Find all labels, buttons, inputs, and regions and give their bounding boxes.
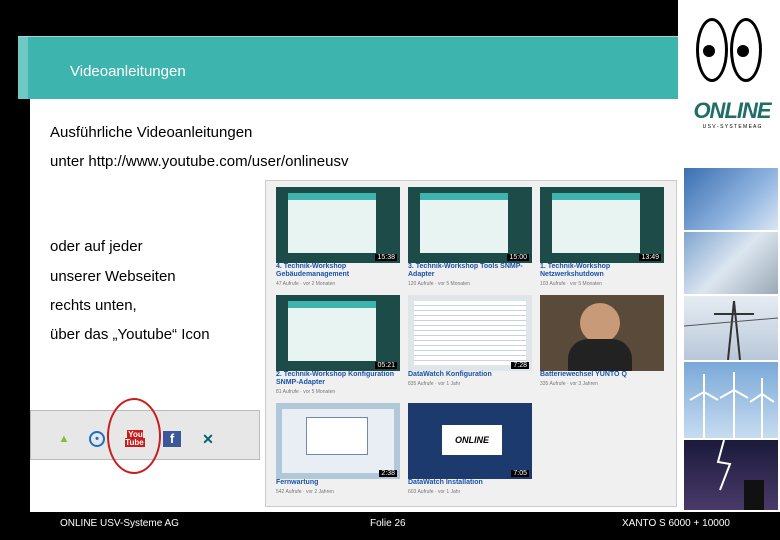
video-duration: 15:00: [507, 254, 529, 261]
app-icon[interactable]: •: [89, 431, 105, 447]
body-text-line-1: oder auf jeder: [50, 238, 143, 255]
facebook-icon[interactable]: f: [163, 431, 181, 447]
youtube-channel-screenshot: 15:38 4. Technik-Workshop Gebäudemanagem…: [265, 180, 677, 507]
intro-text-line-1: Ausführliche Videoanleitungen: [50, 124, 253, 141]
video-title[interactable]: Fernwartung: [276, 479, 400, 487]
video-meta: 835 Aufrufe · vor 1 Jahr: [408, 381, 461, 387]
video-thumbnail[interactable]: 7:28: [408, 295, 532, 371]
video-meta: 120 Aufrufe · vor 5 Monaten: [408, 281, 470, 287]
online-logo-thumb: ONLINE: [442, 425, 502, 455]
video-title[interactable]: 4. Technik-Workshop Gebäudemanagement: [276, 263, 400, 279]
video-thumbnail[interactable]: ONLINE 7:05: [408, 403, 532, 479]
video-duration: 15:38: [375, 254, 397, 261]
video-thumbnail[interactable]: [540, 295, 664, 371]
logo-eye-right-icon: [730, 18, 762, 82]
android-icon[interactable]: ▲: [55, 431, 73, 447]
video-title[interactable]: Batteriewechsel YUNTO Q: [540, 371, 664, 379]
video-meta: 335 Aufrufe · vor 3 Jahren: [540, 381, 598, 387]
footer-product: XANTO S 6000 + 10000: [622, 518, 730, 529]
slide-title: Videoanleitungen: [70, 63, 186, 80]
footer-company: ONLINE USV-Systeme AG: [60, 518, 179, 529]
body-text-line-4: über das „Youtube“ Icon: [50, 326, 210, 343]
video-thumbnail[interactable]: 15:38: [276, 187, 400, 263]
power-line-photo: [684, 296, 778, 360]
online-logo-subtitle: U S V - S Y S T E M E A G: [702, 124, 762, 130]
video-meta: 81 Aufrufe · vor 5 Monaten: [276, 389, 336, 395]
xing-icon[interactable]: ✕: [199, 431, 217, 447]
video-title[interactable]: DataWatch Konfiguration: [408, 371, 532, 379]
industrial-photo: [684, 232, 778, 294]
video-meta: 542 Aufrufe · vor 2 Jahren: [276, 489, 334, 495]
video-thumbnail[interactable]: 05:21: [276, 295, 400, 371]
video-thumbnail[interactable]: 13:49: [540, 187, 664, 263]
online-logo: ONLINE: [693, 98, 771, 123]
body-text-line-2: unserer Webseiten: [50, 268, 176, 285]
video-title[interactable]: 3. Technik-Workshop Tools SNMP-Adapter: [408, 263, 532, 279]
video-duration: 7:28: [511, 362, 529, 369]
video-meta: 603 Aufrufe · vor 1 Jahr: [408, 489, 461, 495]
logo-eye-left-icon: [696, 18, 728, 82]
video-duration: 7:05: [511, 470, 529, 477]
video-thumbnail[interactable]: 2:38: [276, 403, 400, 479]
intro-text-line-2: unter http://www.youtube.com/user/online…: [50, 153, 349, 170]
top-black-band: [30, 0, 678, 36]
body-text-line-3: rechts unten,: [50, 297, 137, 314]
keyboard-photo: [684, 168, 778, 230]
video-duration: 05:21: [375, 362, 397, 369]
video-duration: 2:38: [379, 470, 397, 477]
lightning-photo: [684, 440, 778, 510]
video-title[interactable]: 1. Technik-Workshop Netzwerkshutdown: [540, 263, 664, 279]
wind-turbines-photo: [684, 362, 778, 438]
video-duration: 13:49: [639, 254, 661, 261]
video-title[interactable]: 2. Technik-Workshop Konfiguration SNMP-A…: [276, 371, 400, 387]
highlight-circle: [107, 398, 161, 474]
video-meta: 103 Aufrufe · vor 5 Monaten: [540, 281, 602, 287]
video-meta: 47 Aufrufe · vor 2 Monaten: [276, 281, 336, 287]
video-title[interactable]: DataWatch Installation: [408, 479, 532, 487]
video-thumbnail[interactable]: 15:00: [408, 187, 532, 263]
footer-page-number: Folie 26: [370, 518, 406, 529]
